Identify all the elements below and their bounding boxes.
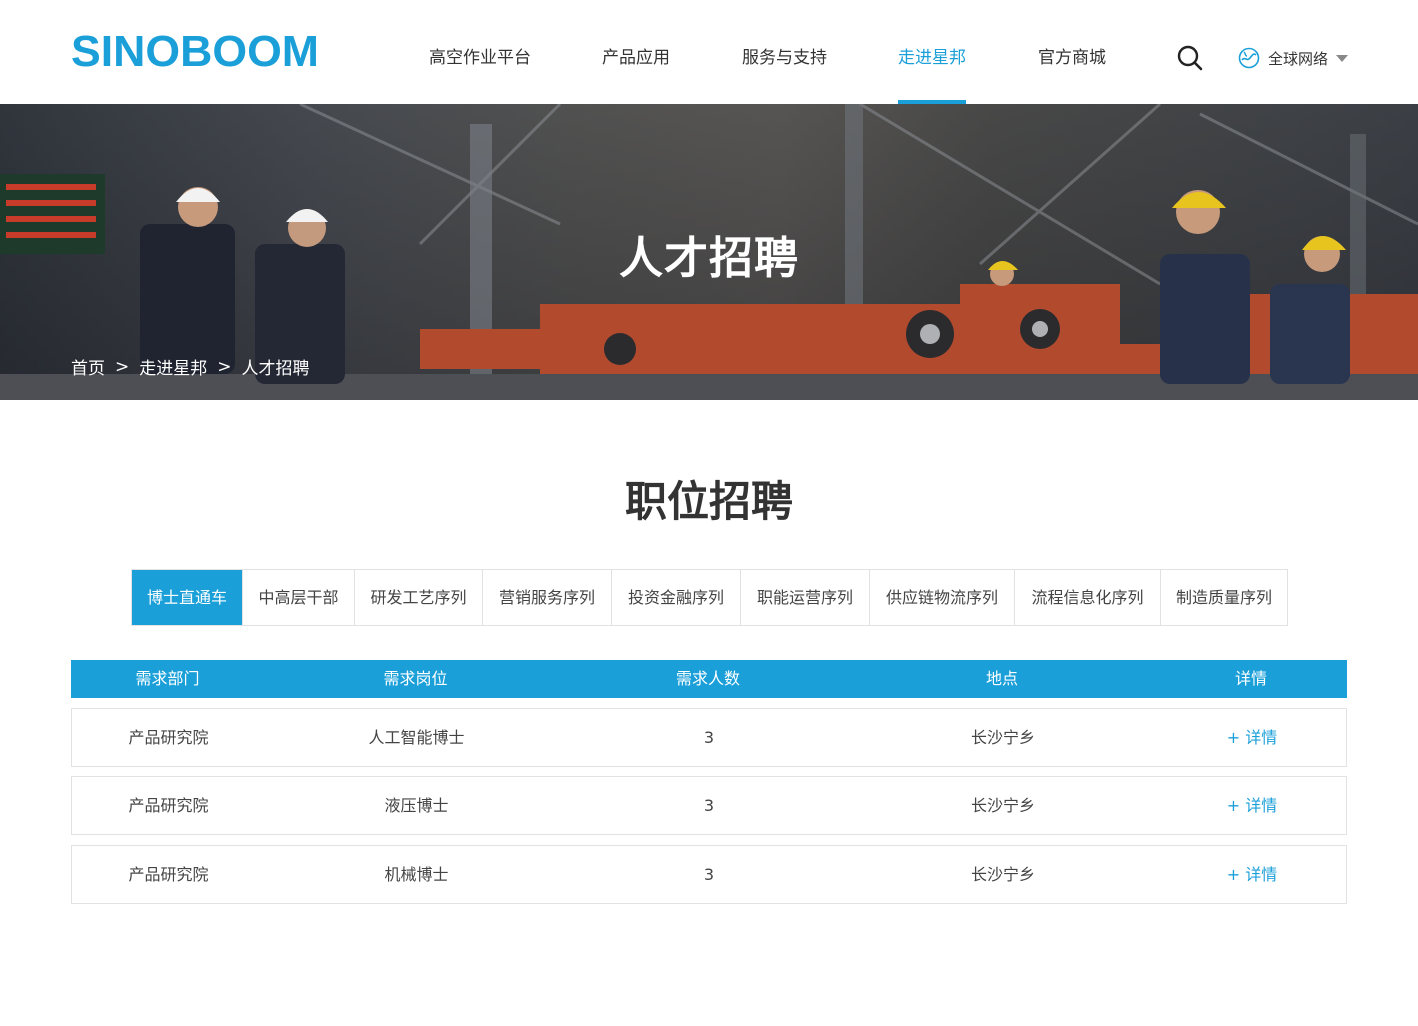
nav-item-service-support[interactable]: 服务与支持 (742, 0, 827, 104)
caret-down-icon (1336, 54, 1349, 62)
tab-doctor-fast-track[interactable]: 博士直通车 (132, 570, 243, 625)
section-title: 职位招聘 (624, 477, 793, 526)
header-location: 地点 (985, 669, 1018, 688)
breadcrumb-separator: > (115, 356, 130, 377)
nav-item-about[interactable]: 走进星邦 (898, 0, 966, 104)
logo-text: SINOBOOM (71, 33, 319, 69)
breadcrumb-separator: > (217, 356, 232, 377)
nav-item-aerial-platform[interactable]: 高空作业平台 (429, 0, 531, 104)
sinoboom-logo[interactable]: SINOBOOM (71, 33, 321, 69)
tab-process-informatization[interactable]: 流程信息化序列 (1015, 570, 1161, 625)
table-row: 产品研究院 人工智能博士 3 长沙宁乡 + 详情 (71, 708, 1347, 767)
tab-function-operation[interactable]: 职能运营序列 (741, 570, 870, 625)
cell-department: 产品研究院 (128, 865, 209, 884)
header-detail: 详情 (1234, 669, 1267, 688)
cell-location: 长沙宁乡 (970, 865, 1035, 884)
cell-location: 长沙宁乡 (970, 796, 1035, 815)
job-table-header: 需求部门 需求岗位 需求人数 地点 详情 (71, 660, 1347, 698)
detail-link[interactable]: + 详情 (1156, 846, 1348, 903)
tab-senior-management[interactable]: 中高层干部 (243, 570, 355, 625)
globe-icon (1238, 47, 1260, 69)
table-row: 产品研究院 机械博士 3 长沙宁乡 + 详情 (71, 845, 1347, 904)
tab-marketing-service[interactable]: 营销服务序列 (483, 570, 612, 625)
tab-rd-process[interactable]: 研发工艺序列 (355, 570, 483, 625)
header-headcount: 需求人数 (675, 669, 740, 688)
global-network-label: 全球网络 (1268, 49, 1329, 68)
cell-position: 机械博士 (384, 865, 449, 884)
cell-position: 液压博士 (384, 796, 449, 815)
nav-item-official-mall[interactable]: 官方商城 (1038, 0, 1106, 104)
detail-link[interactable]: + 详情 (1156, 709, 1348, 766)
breadcrumb-about[interactable]: 走进星邦 (139, 354, 207, 379)
cell-location: 长沙宁乡 (970, 728, 1035, 747)
breadcrumb: 首页 > 走进星邦 > 人才招聘 (71, 354, 310, 380)
cell-department: 产品研究院 (128, 728, 209, 747)
breadcrumb-home[interactable]: 首页 (71, 354, 105, 379)
breadcrumb-current: 人才招聘 (241, 359, 310, 379)
cell-headcount: 3 (703, 796, 715, 815)
cell-position: 人工智能博士 (368, 728, 465, 747)
search-icon (1177, 45, 1203, 71)
cell-department: 产品研究院 (128, 796, 209, 815)
global-network-dropdown[interactable]: 全球网络 (1238, 46, 1349, 70)
banner-title: 人才招聘 (619, 233, 799, 284)
table-row: 产品研究院 液压博士 3 长沙宁乡 + 详情 (71, 776, 1347, 835)
cell-headcount: 3 (703, 728, 715, 747)
tab-supply-chain-logistics[interactable]: 供应链物流序列 (870, 570, 1015, 625)
cell-headcount: 3 (703, 865, 715, 884)
search-button[interactable] (1176, 44, 1204, 72)
site-header: SINOBOOM 高空作业平台 产品应用 服务与支持 走进星邦 官方商城 全球网… (0, 0, 1418, 104)
job-category-tabs: 博士直通车 中高层干部 研发工艺序列 营销服务序列 投资金融序列 职能运营序列 … (131, 569, 1288, 626)
header-department: 需求部门 (135, 669, 200, 688)
detail-link[interactable]: + 详情 (1156, 777, 1348, 834)
tab-manufacturing-quality[interactable]: 制造质量序列 (1161, 570, 1288, 625)
nav-item-product-application[interactable]: 产品应用 (602, 0, 670, 104)
page-banner: 人才招聘 首页 > 走进星邦 > 人才招聘 (0, 104, 1418, 400)
header-position: 需求岗位 (383, 669, 448, 688)
tab-investment-finance[interactable]: 投资金融序列 (612, 570, 741, 625)
